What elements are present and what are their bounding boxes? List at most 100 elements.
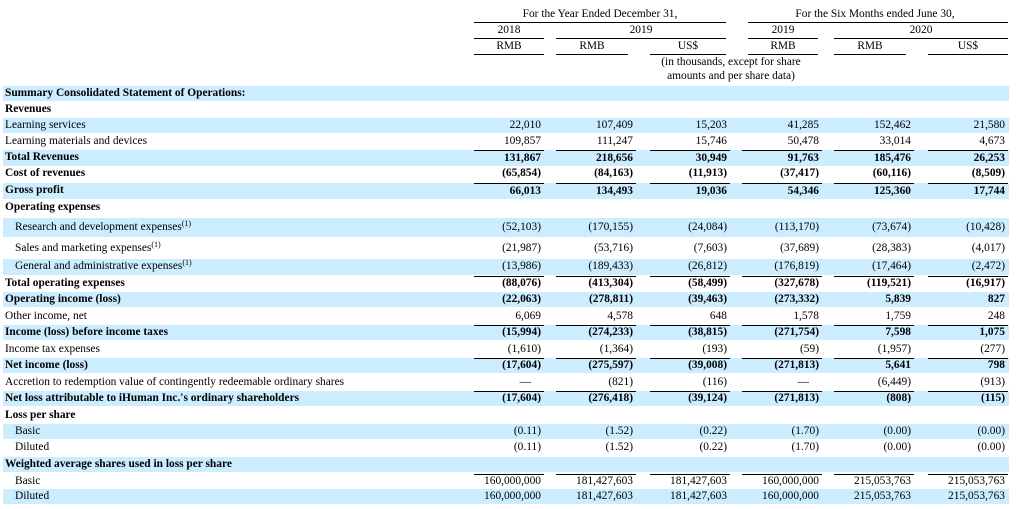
value-cell: (189,433) <box>556 259 636 275</box>
value-text: (0.00) <box>883 440 911 453</box>
value-text: (17,604) <box>502 392 541 405</box>
value-cell: 15,203 <box>650 118 730 133</box>
value-cell: (6,449) <box>834 375 914 390</box>
header-rule-six <box>748 22 1008 23</box>
value-text: 21,580 <box>973 118 1005 131</box>
currency-3: RMB <box>770 40 796 52</box>
value-cell: (15,994) <box>474 325 544 340</box>
value-text: (53,716) <box>594 241 633 254</box>
table-row: Total Revenues 131,867 218,656 30,949 91,763… <box>3 150 1009 166</box>
table-row: Income (loss) before income taxes (15,994… <box>3 325 1009 340</box>
value-text: (115) <box>980 392 1005 405</box>
value-text: 107,409 <box>595 118 633 131</box>
table-row: Accretion to redemption value of conting… <box>3 375 1009 390</box>
header-note-line1: (in thousands, except for share <box>661 56 801 68</box>
value-cell <box>650 86 730 101</box>
value-cell: 248 <box>928 309 1008 324</box>
value-text: (1.70) <box>791 440 819 453</box>
value-text: (39,124) <box>688 392 727 405</box>
value-text: (21,987) <box>502 241 541 254</box>
value-cell <box>474 457 544 472</box>
value-text: 215,053,763 <box>948 489 1005 502</box>
value-cell: 648 <box>650 309 730 324</box>
value-text: 798 <box>987 359 1005 372</box>
value-text: (277) <box>980 342 1005 355</box>
value-text: 160,000,000 <box>762 475 819 488</box>
value-cell: (53,716) <box>556 239 636 258</box>
value-cell <box>834 102 914 117</box>
currency-1: RMB <box>579 40 605 52</box>
value-cell: (65,854) <box>474 166 544 182</box>
value-cell: 215,053,763 <box>928 489 1008 504</box>
value-cell: 827 <box>928 292 1008 307</box>
value-text: (37,417) <box>780 167 819 180</box>
value-cell: 160,000,000 <box>474 489 544 504</box>
value-cell: (278,811) <box>556 292 636 307</box>
value-cell: (1.52) <box>556 440 636 455</box>
row-label-text: Other income, net <box>5 309 87 322</box>
value-cell <box>928 200 1008 216</box>
value-cell: (2,472) <box>928 259 1008 275</box>
value-text: (327,678) <box>774 277 819 290</box>
row-label-text: Operating income (loss) <box>5 292 121 305</box>
value-text: 22,010 <box>509 118 541 131</box>
row-label: Net loss attributable to iHuman Inc.'s o… <box>5 391 300 404</box>
value-cell: 1,578 <box>742 309 822 324</box>
table-row: Net loss attributable to iHuman Inc.'s o… <box>3 391 1009 406</box>
value-text: 648 <box>709 309 727 322</box>
value-text: (1,364) <box>599 342 633 355</box>
value-cell: (1.52) <box>556 424 636 439</box>
value-text: 181,427,603 <box>576 489 633 502</box>
value-cell: 215,053,763 <box>928 474 1008 489</box>
value-cell: (271,813) <box>742 391 822 406</box>
value-cell: (0.00) <box>834 424 914 439</box>
value-cell: (11,913) <box>650 166 730 182</box>
value-cell <box>928 457 1008 472</box>
header-six-2019: 2019 <box>771 24 795 36</box>
value-cell: (327,678) <box>742 276 822 291</box>
value-cell <box>834 200 914 216</box>
value-cell: (39,008) <box>650 358 730 373</box>
row-label-text: Total Revenues <box>5 151 79 164</box>
value-text: 33,014 <box>879 134 911 147</box>
value-text: 181,427,603 <box>670 475 727 488</box>
value-text: (278,811) <box>589 292 633 305</box>
value-cell: 54,346 <box>742 183 822 199</box>
row-label: Summary Consolidated Statement of Operat… <box>5 87 245 99</box>
value-text: (0.00) <box>977 440 1005 453</box>
row-label: Loss per share <box>5 409 75 421</box>
row-label: General and administrative expenses(1) <box>15 259 192 272</box>
value-text: (0.00) <box>883 424 911 437</box>
value-cell: 15,746 <box>650 134 730 149</box>
value-cell: (1.70) <box>742 440 822 455</box>
table-row: Diluted (0.11) (1.52) (0.22) (1.70) (0.00) (0.… <box>3 440 1009 455</box>
value-text: — <box>797 375 809 388</box>
value-cell: 41,285 <box>742 118 822 133</box>
value-text: (1.70) <box>791 424 819 437</box>
value-cell: (808) <box>834 391 914 406</box>
row-label: Gross profit <box>5 185 64 196</box>
value-text: (170,155) <box>588 220 633 233</box>
value-text: (52,103) <box>502 220 541 233</box>
row-label-text: Net income (loss) <box>5 358 88 371</box>
value-cell: (52,103) <box>474 218 544 237</box>
value-text: 26,253 <box>973 151 1005 164</box>
value-cell: 66,013 <box>474 183 544 199</box>
value-cell <box>474 408 544 423</box>
value-cell: (0.22) <box>650 424 730 439</box>
value-cell <box>474 102 544 117</box>
row-label: Research and development expenses(1) <box>15 219 191 233</box>
value-cell: 109,857 <box>474 134 544 149</box>
header-six-2020: 2020 <box>909 24 933 36</box>
value-cell: (58,499) <box>650 276 730 291</box>
value-text: (0.00) <box>977 424 1005 437</box>
value-cell: 111,247 <box>556 134 636 149</box>
row-label-text: Total operating expenses <box>5 276 125 289</box>
value-cell: — <box>474 375 544 390</box>
row-label-text: Net loss attributable to iHuman Inc.'s o… <box>5 391 300 404</box>
value-text: (116) <box>702 375 727 388</box>
value-cell: 160,000,000 <box>474 474 544 489</box>
row-label-text: Diluted <box>15 440 50 453</box>
value-cell <box>742 457 822 472</box>
value-text: 54,346 <box>787 184 819 197</box>
